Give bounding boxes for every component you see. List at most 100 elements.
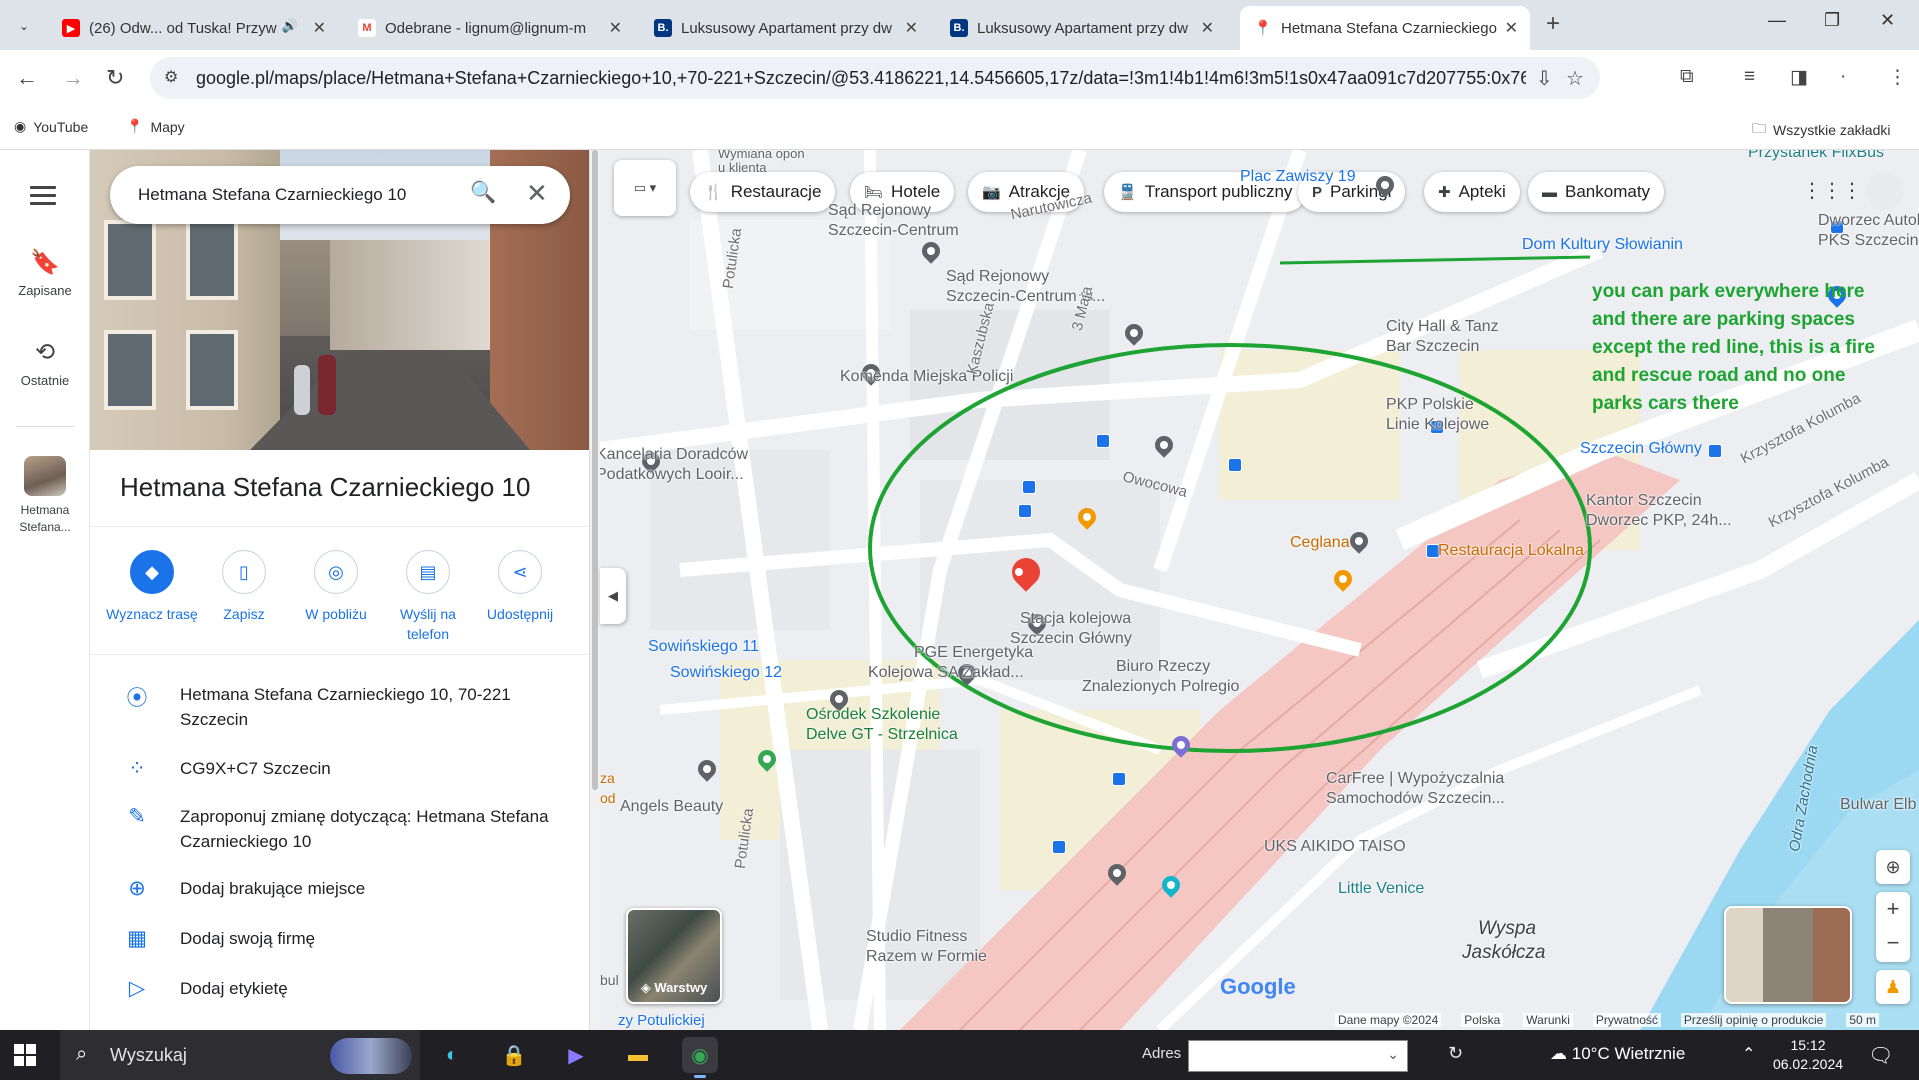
collapse-panel-button[interactable]: ◀ bbox=[600, 568, 626, 624]
file-explorer-icon[interactable]: ▬ bbox=[620, 1037, 656, 1073]
map-label[interactable]: Bulwar Elb bbox=[1840, 796, 1916, 814]
all-bookmarks-button[interactable]: 🗀 Wszystkie zakładki bbox=[1752, 118, 1890, 142]
bus-stop-icon[interactable] bbox=[1708, 444, 1722, 458]
browser-tab-youtube[interactable]: ▶ (26) Odw... od Tuska! Przyw 🔊 ✕ bbox=[48, 6, 338, 50]
map-label[interactable]: Bar Szczecin bbox=[1386, 338, 1479, 356]
map-label[interactable]: Kantor Szczecin bbox=[1586, 492, 1702, 510]
map-label[interactable]: Ceglana bbox=[1290, 534, 1350, 552]
map-label[interactable]: za bbox=[600, 770, 615, 786]
map-label[interactable]: Angels Beauty bbox=[620, 798, 723, 816]
map-label[interactable]: Delve GT - Strzelnica bbox=[806, 726, 958, 744]
bus-stop-icon[interactable] bbox=[1018, 504, 1032, 518]
map-label[interactable]: Samochodów Szczecin... bbox=[1326, 790, 1505, 808]
region-link[interactable]: Polska bbox=[1461, 1013, 1504, 1027]
map-label[interactable]: Stacja kolejowa bbox=[1020, 610, 1131, 628]
directions-button[interactable]: ◆ Wyznacz trasę bbox=[106, 550, 198, 624]
map-label[interactable]: Little Venice bbox=[1338, 880, 1424, 898]
bus-stop-icon[interactable] bbox=[1228, 458, 1242, 472]
close-tab-icon[interactable]: ✕ bbox=[905, 18, 918, 38]
zoom-in-button[interactable]: + bbox=[1876, 892, 1910, 926]
layers-button[interactable]: ◈ Warstwy bbox=[626, 908, 722, 1004]
map-label[interactable]: Szczecin-Centrum bbox=[828, 222, 959, 240]
street-view-thumbnail[interactable] bbox=[1724, 906, 1852, 1004]
map-label[interactable]: Sąd Rejonowy bbox=[828, 202, 931, 220]
close-window-button[interactable]: ✕ bbox=[1880, 10, 1895, 31]
bus-stop-icon[interactable] bbox=[1052, 840, 1066, 854]
rail-recent[interactable]: ⟲ Ostatnie bbox=[0, 338, 90, 388]
map-label[interactable]: UKS AIKIDO TAISO bbox=[1264, 838, 1406, 856]
chevron-up-icon[interactable]: ⌃ bbox=[1742, 1044, 1755, 1064]
chip-restaurants[interactable]: 🍴 Restauracje bbox=[690, 172, 836, 212]
avatar[interactable] bbox=[1866, 172, 1904, 210]
pegman-button[interactable]: ♟ bbox=[1876, 970, 1910, 1004]
windows-start-button[interactable] bbox=[14, 1044, 36, 1066]
chrome-icon[interactable]: ◉ bbox=[682, 1037, 718, 1078]
map-label[interactable]: Razem w Formie bbox=[866, 948, 987, 966]
rail-saved[interactable]: 🔖 Zapisane bbox=[0, 248, 90, 298]
extensions-icon[interactable]: ⧉ bbox=[1680, 66, 1694, 88]
scale-label[interactable]: 50 m bbox=[1846, 1013, 1879, 1027]
browser-tab-booking-2[interactable]: B. Luksusowy Apartament przy dw ✕ bbox=[936, 6, 1226, 50]
taskbar-search-input[interactable]: Wyszukaj bbox=[110, 1045, 187, 1066]
media-app-icon[interactable]: ▶ bbox=[558, 1037, 594, 1073]
map-canvas[interactable]: ▭ ▾ 🍴 Restauracje 🛏 Hotele 📷 Atrakcje 🚆 Tran… bbox=[600, 150, 1919, 1030]
map-label[interactable]: Linie Kolejowe bbox=[1386, 416, 1489, 434]
map-label[interactable]: Kancelaria Doradców bbox=[600, 446, 748, 464]
map-label[interactable]: od bbox=[600, 790, 616, 806]
map-label[interactable]: Dworzec Autob bbox=[1818, 212, 1919, 230]
keyboard-shortcuts-button[interactable]: ▭ ▾ bbox=[614, 160, 676, 216]
recent-place-label[interactable]: Hetmana Stefana... bbox=[0, 502, 90, 536]
map-label[interactable]: CarFree | Wypożyczalnia bbox=[1326, 770, 1504, 788]
speaker-icon[interactable]: 🔊 bbox=[282, 18, 298, 34]
bookmark-mapy[interactable]: 📍 Mapy bbox=[126, 118, 185, 135]
browser-tab-maps-active[interactable]: 📍 Hetmana Stefana Czarnieckiego ✕ bbox=[1240, 6, 1530, 50]
map-label[interactable]: Kolejowa SA Zakład... bbox=[868, 664, 1024, 682]
edge-icon[interactable]: ◐ bbox=[434, 1037, 470, 1073]
bookmark-youtube[interactable]: ◉ YouTube bbox=[14, 118, 88, 135]
minimize-window-button[interactable]: — bbox=[1768, 10, 1786, 31]
terms-link[interactable]: Warunki bbox=[1523, 1013, 1573, 1027]
search-box[interactable]: Hetmana Stefana Czarnieckiego 10 🔍 ✕ bbox=[110, 166, 570, 224]
forward-button[interactable]: → bbox=[62, 65, 84, 91]
map-label[interactable]: Znalezionych Polregio bbox=[1082, 678, 1239, 696]
lock-app-icon[interactable]: 🔒 bbox=[496, 1037, 532, 1073]
notification-icon[interactable]: 🗨 bbox=[1868, 1043, 1893, 1068]
chip-pharmacies[interactable]: ✚ Apteki bbox=[1424, 172, 1520, 212]
chevron-down-icon[interactable]: ⌄ bbox=[1387, 1046, 1399, 1063]
url-text[interactable]: google.pl/maps/place/Hetmana+Stefana+Cza… bbox=[196, 68, 1526, 89]
browser-tab-gmail[interactable]: M Odebrane - lignum@lignum-m ✕ bbox=[344, 6, 634, 50]
close-tab-icon[interactable]: ✕ bbox=[1201, 18, 1214, 38]
my-location-button[interactable]: ⊕ bbox=[1876, 850, 1910, 884]
search-input[interactable]: Hetmana Stefana Czarnieckiego 10 bbox=[138, 185, 406, 205]
street-view-photo[interactable]: Hetmana Stefana Czarnieckiego 10 🔍 ✕ bbox=[90, 150, 589, 450]
map-label[interactable]: Sowińskiego 12 bbox=[670, 664, 782, 682]
map-label[interactable]: Szczecin Główny bbox=[1580, 440, 1702, 458]
recent-place-thumbnail[interactable] bbox=[24, 456, 66, 496]
map-label[interactable]: Plac Zawiszy 19 bbox=[1240, 168, 1356, 186]
back-button[interactable]: ← bbox=[16, 65, 38, 91]
map-label[interactable]: Podatkowych Looir... bbox=[600, 466, 744, 484]
close-tab-icon[interactable]: ✕ bbox=[1505, 18, 1518, 38]
bus-stop-icon[interactable] bbox=[1096, 434, 1110, 448]
map-label[interactable]: Przystanek FlixBus bbox=[1748, 150, 1884, 162]
privacy-link[interactable]: Prywatność bbox=[1592, 1013, 1661, 1027]
map-label[interactable]: u klienta bbox=[718, 160, 766, 175]
map-label[interactable]: Ośrodek Szkolenie bbox=[806, 706, 940, 724]
search-icon[interactable]: 🔍 bbox=[470, 181, 496, 205]
taskbar-search[interactable]: ⌕ Wyszukaj bbox=[60, 1030, 420, 1080]
reload-button[interactable]: ↻ bbox=[106, 65, 124, 91]
close-tab-icon[interactable]: ✕ bbox=[313, 18, 326, 38]
map-label[interactable]: Sąd Rejonowy bbox=[946, 268, 1049, 286]
map-label[interactable]: Komenda Miejska Policji bbox=[840, 368, 1013, 386]
feedback-link[interactable]: Prześlij opinię o produkcie bbox=[1680, 1013, 1827, 1027]
restore-window-button[interactable]: ❐ bbox=[1824, 10, 1840, 31]
chip-atms[interactable]: ▬ Bankomaty bbox=[1528, 172, 1665, 212]
map-label[interactable]: Dworzec PKP, 24h... bbox=[1586, 512, 1732, 530]
map-label[interactable]: Biuro Rzeczy bbox=[1116, 658, 1210, 676]
browser-tab-booking-1[interactable]: B. Luksusowy Apartament przy dw ✕ bbox=[640, 6, 930, 50]
address-bar[interactable]: ⚙ google.pl/maps/place/Hetmana+Stefana+C… bbox=[150, 57, 1600, 99]
map-label[interactable]: Restauracja Lokalna bbox=[1438, 542, 1584, 560]
bus-stop-icon[interactable] bbox=[1022, 480, 1036, 494]
profile-icon[interactable]: · bbox=[1840, 66, 1846, 88]
scrollbar-thumb[interactable] bbox=[592, 150, 598, 790]
